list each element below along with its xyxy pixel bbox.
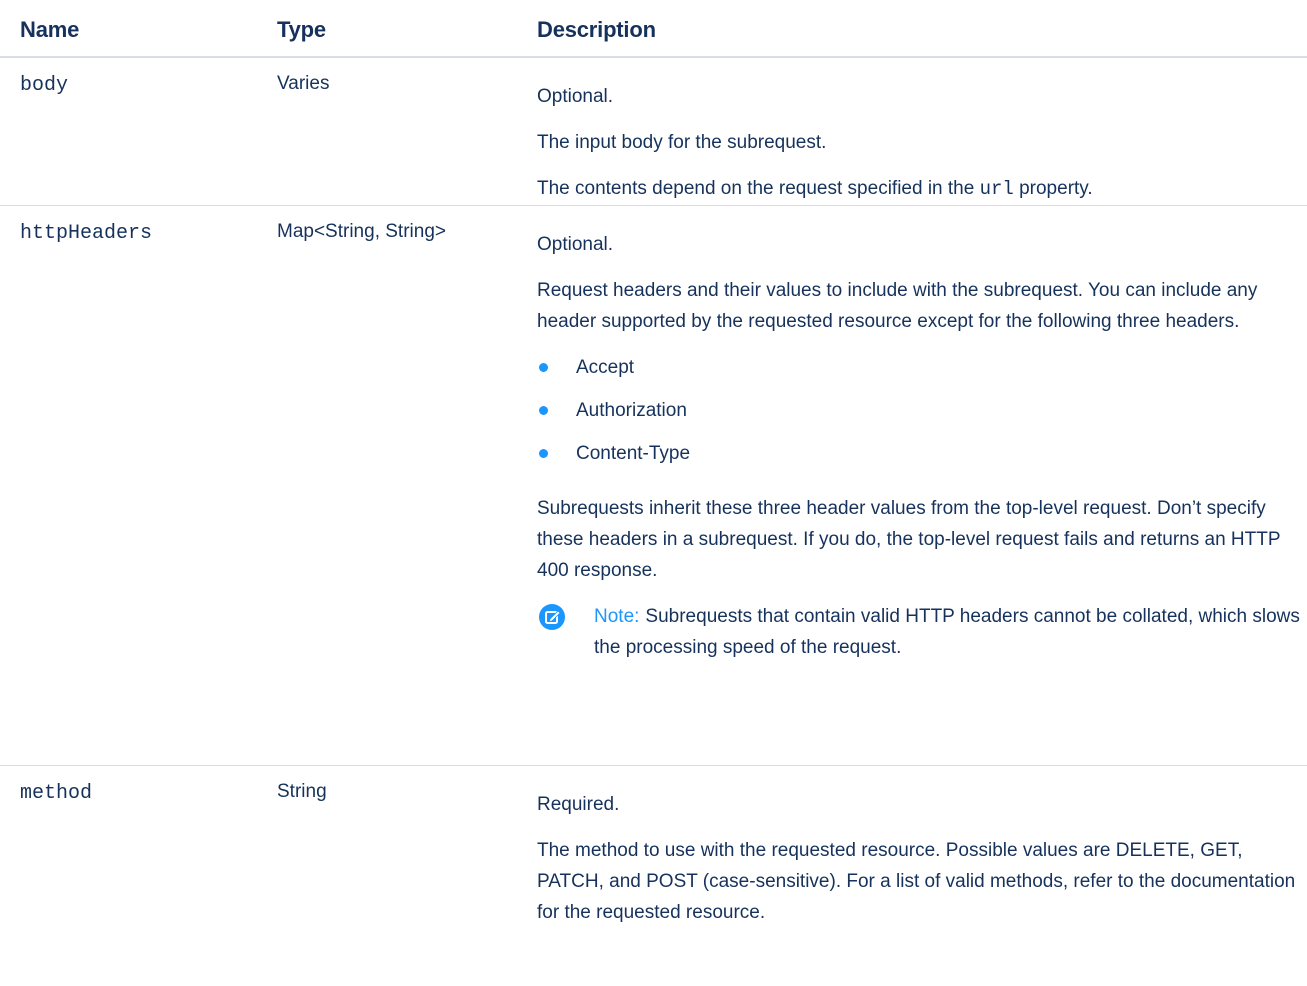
code-url: url xyxy=(979,178,1014,200)
param-description: Required. The method to use with the req… xyxy=(537,789,1302,943)
table-row-body: body Varies Optional. The input body for… xyxy=(0,58,1307,206)
requirement-text: Optional. xyxy=(537,86,614,107)
requirement-text: Required. xyxy=(537,794,620,815)
list-item-label: Authorization xyxy=(576,400,687,421)
bullet-dot-icon xyxy=(539,449,548,458)
header-list: Accept Authorization Content-Type xyxy=(537,352,1302,481)
list-item: Content-Type xyxy=(537,438,1302,481)
param-type: Map<String, String> xyxy=(277,221,446,242)
description-text-before: The contents depend on the request speci… xyxy=(537,178,975,199)
list-item-label: Content-Type xyxy=(576,443,691,464)
param-type: String xyxy=(277,781,327,802)
param-name: httpHeaders xyxy=(20,222,153,245)
description-text-after: property. xyxy=(1019,178,1093,199)
parameters-table: Name Type Description body Varies Option… xyxy=(0,0,1307,986)
header-name: Name xyxy=(20,17,80,42)
note-text: Subrequests that contain valid HTTP head… xyxy=(594,606,1300,658)
header-description: Description xyxy=(537,17,656,42)
bullet-dot-icon xyxy=(539,363,548,372)
param-type: Varies xyxy=(277,73,330,94)
param-description: Optional. Request headers and their valu… xyxy=(537,229,1302,663)
description-text: Request headers and their values to incl… xyxy=(537,280,1258,332)
description-text: The input body for the subrequest. xyxy=(537,132,827,153)
table-header-row: Name Type Description xyxy=(0,0,1307,58)
table-row-method: method String Required. The method to us… xyxy=(0,766,1307,986)
param-description: Optional. The input body for the subrequ… xyxy=(537,81,1302,220)
header-type: Type xyxy=(277,17,326,42)
list-item: Accept xyxy=(537,352,1302,395)
note-callout: Note: Subrequests that contain valid HTTP… xyxy=(537,601,1302,663)
note-label: Note: xyxy=(594,606,640,627)
param-name: method xyxy=(20,782,93,805)
edit-note-icon xyxy=(539,604,565,630)
table-row-httpheaders: httpHeaders Map<String, String> Optional… xyxy=(0,206,1307,766)
list-item-label: Accept xyxy=(576,357,635,378)
requirement-text: Optional. xyxy=(537,234,614,255)
description-text: Subrequests inherit these three header v… xyxy=(537,498,1281,581)
list-item: Authorization xyxy=(537,395,1302,438)
description-text: The method to use with the requested res… xyxy=(537,840,1296,923)
bullet-dot-icon xyxy=(539,406,548,415)
param-name: body xyxy=(20,74,69,97)
description-text: The contents depend on the request speci… xyxy=(537,173,1302,205)
